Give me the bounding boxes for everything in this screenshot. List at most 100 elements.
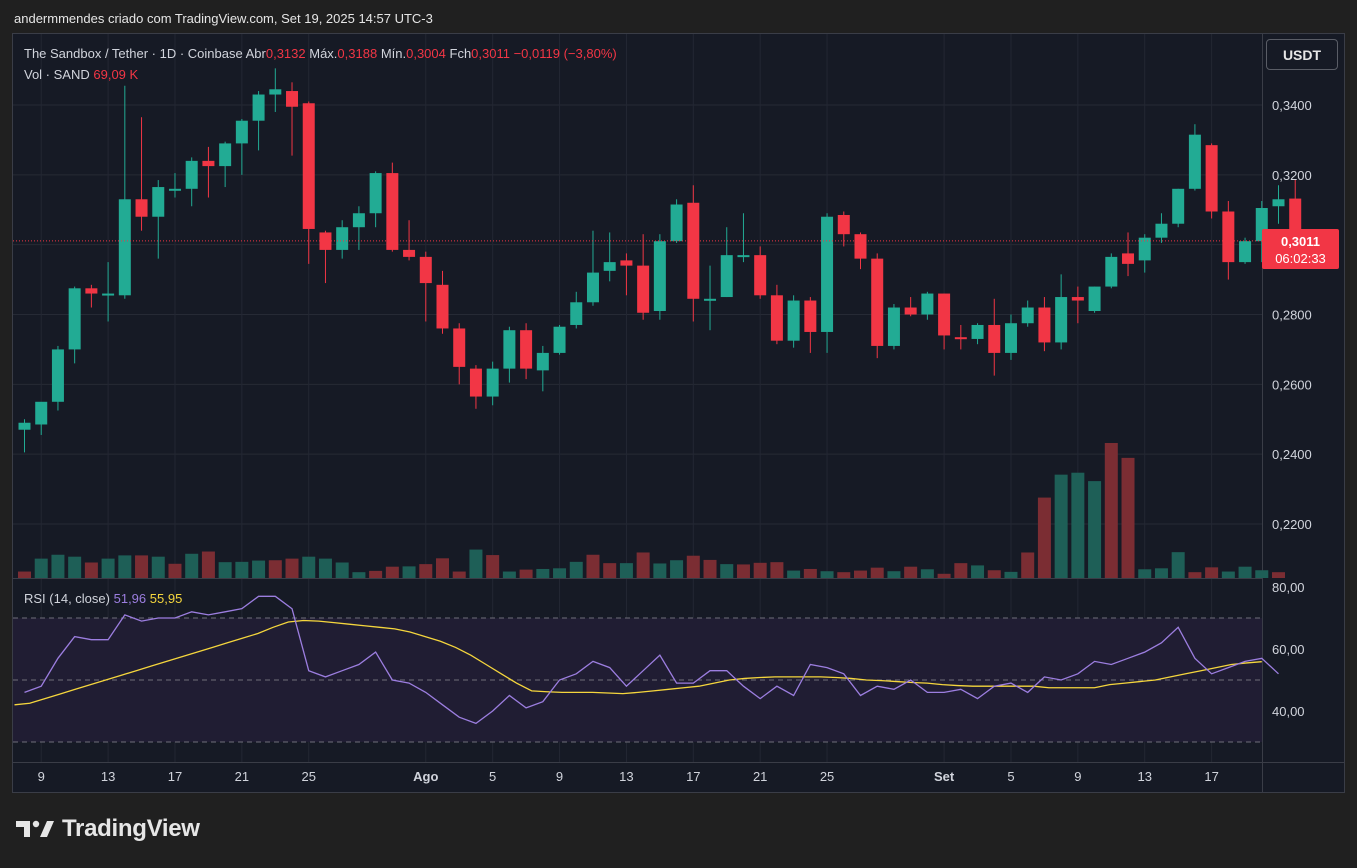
candle-body [1172,188,1185,224]
candle-body [653,241,666,312]
volume-bar [469,549,483,578]
volume-label[interactable]: Vol · SAND [24,67,90,82]
candle-body [687,202,700,299]
last-price-value: 0,3011 [1280,234,1321,249]
volume-bar [402,566,416,578]
candle-body [235,120,248,144]
volume-bar [18,571,31,578]
candle-body [1205,145,1218,212]
candle-body [68,288,81,350]
rsi-value: 51,96 [113,591,147,606]
candle-body [1188,134,1201,189]
volume-bar [820,571,834,578]
candle-body [302,103,315,229]
candle-body [18,422,31,430]
candle-body [118,199,131,296]
candle-body [1222,211,1235,263]
candle-body [503,330,516,369]
volume-bar [1054,474,1068,578]
candle-body [1105,256,1118,287]
time-axis-label: 17 [168,769,182,784]
rsi-axis-label: 40,00 [1272,704,1305,719]
volume-bar [185,553,199,578]
volume-bar [352,572,366,578]
volume-bar [770,562,784,578]
candle-body [570,302,583,325]
volume-bar [586,554,600,578]
candle-body [419,256,432,284]
candle-body [670,204,683,242]
rsi-axis-label: 80,00 [1272,580,1305,595]
volume-bar [736,564,750,578]
candle-body [787,300,800,341]
volume-bar [536,568,550,578]
volume-bar [569,561,583,578]
volume-bar [971,565,985,578]
volume-bar [636,552,650,578]
candle-body [102,293,115,296]
last-price-tag: 0,3011 06:02:33 [1262,229,1339,269]
candle-body [403,249,416,257]
candle-body [386,173,399,250]
open-value: 0,3132 [265,46,306,61]
chart-svg[interactable]: 0,3400 0,3200 0,2800 0,2600 0,2400 0,2200 80,0… [0,0,1357,868]
volume-bar [1171,552,1185,578]
volume-bar [34,558,48,578]
currency-button[interactable]: USDT [1266,39,1338,70]
time-axis-label: 17 [686,769,700,784]
candle-body [1004,323,1017,353]
volume-bar [168,563,182,578]
candle-body [821,216,834,332]
tradingview-logo[interactable]: TradingView [16,815,200,843]
volume-bar [218,562,232,578]
volume-bar [670,560,684,578]
close-value: 0,3011 [471,46,510,61]
candle-body [520,330,533,369]
volume-bar [753,562,767,578]
time-axis-label: 17 [1204,769,1218,784]
candle-body [1071,297,1084,301]
volume-bar [201,551,215,578]
price-axis-label: 0,3200 [1272,168,1312,183]
volume-bar [318,558,332,578]
candle-body [988,324,1001,353]
candle-body [1272,199,1285,207]
rsi-label[interactable]: RSI (14, close) [24,591,110,606]
rsi-axis-label: 60,00 [1272,642,1305,657]
candle-body [887,307,900,346]
candle-body [168,188,181,191]
volume-bar [502,571,516,578]
candle-body [1038,307,1051,343]
volume-bar [937,573,951,578]
candle-body [804,300,817,332]
candle-body [1239,241,1252,263]
high-value: 0,3188 [337,46,378,61]
volume-bar [1188,572,1202,578]
volume-bar [1255,570,1269,578]
volume-bar [385,566,399,578]
candle-body [1021,307,1034,324]
volume-bar [987,570,1001,578]
volume-bar [452,571,466,578]
volume-bars [18,443,1285,578]
volume-bar [1088,481,1102,578]
symbol-name[interactable]: The Sandbox / Tether · 1D · Coinbase [24,46,243,61]
volume-bar [787,570,801,578]
candle-body [603,262,616,271]
candle-body [837,214,850,235]
time-axis-label: 13 [101,769,115,784]
time-axis-label: Ago [413,769,438,784]
candle-body [586,272,599,303]
volume-bar [854,570,867,578]
volume-bar [151,556,165,578]
volume-bar [803,568,817,578]
volume-bar [619,563,633,578]
time-axis-label: 9 [1074,769,1081,784]
volume-legend: Vol · SAND 69,09 K [24,67,138,82]
volume-bar [1238,566,1252,578]
time-axis-label: 5 [489,769,496,784]
low-value: 0,3004 [406,46,446,61]
volume-bar [1272,572,1285,578]
volume-bar [720,564,734,578]
candle-body [352,213,365,228]
